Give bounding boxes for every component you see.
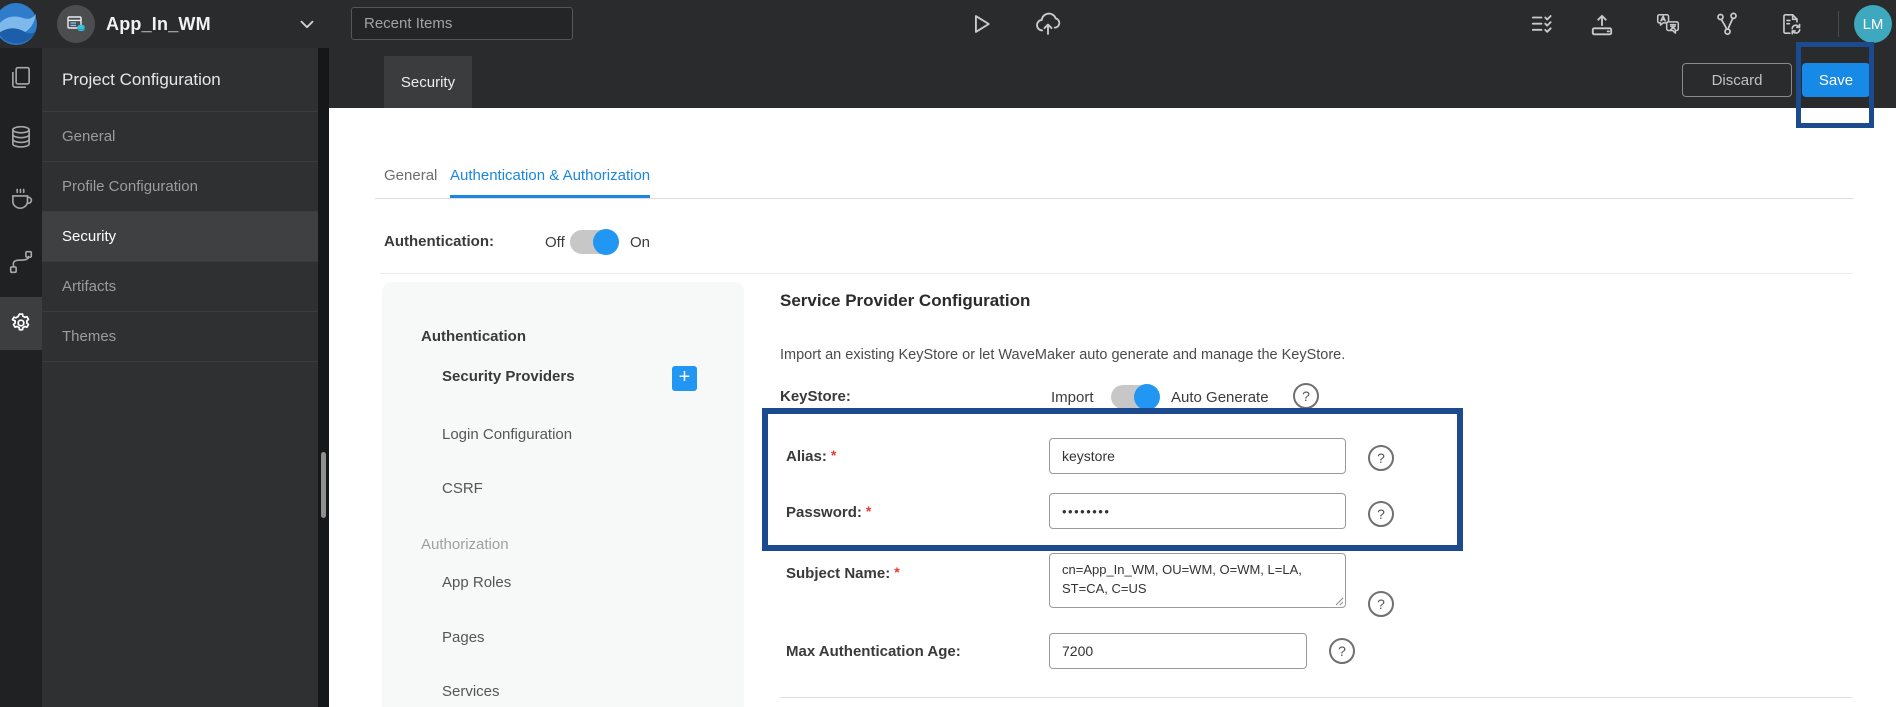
sidebar-item-themes[interactable]: Themes bbox=[42, 312, 318, 362]
sidebar-item-artifacts[interactable]: Artifacts bbox=[42, 262, 318, 312]
keystore-auto-generate-label: Auto Generate bbox=[1171, 389, 1269, 406]
keystore-toggle-knob bbox=[1134, 384, 1160, 410]
authentication-toggle-knob bbox=[593, 229, 619, 255]
password-help-icon[interactable]: ? bbox=[1368, 501, 1394, 527]
section-bottom-divider bbox=[780, 697, 1852, 698]
keystore-label: KeyStore: bbox=[780, 388, 851, 405]
security-subnav-panel: Authentication Security Providers + Logi… bbox=[382, 282, 744, 707]
user-avatar[interactable]: LM bbox=[1854, 5, 1892, 43]
subnav-item-app-roles[interactable]: App Roles bbox=[442, 574, 511, 591]
database-icon[interactable] bbox=[8, 124, 34, 150]
add-security-provider-button[interactable]: + bbox=[672, 366, 697, 391]
authentication-toggle[interactable] bbox=[570, 229, 619, 255]
pages-icon[interactable] bbox=[8, 65, 34, 91]
left-icon-rail bbox=[0, 48, 42, 707]
keystore-import-label: Import bbox=[1051, 389, 1094, 406]
app-selector-chevron-down-icon[interactable] bbox=[296, 13, 318, 35]
authentication-off-label: Off bbox=[545, 234, 565, 251]
settings-gear-icon[interactable] bbox=[8, 310, 34, 336]
password-label: Password: bbox=[786, 504, 862, 521]
topbar-divider bbox=[1838, 11, 1839, 37]
alias-input[interactable] bbox=[1049, 438, 1346, 474]
wavemaker-studio-window: App_In_WM Recent Items LM Project Config… bbox=[0, 0, 1896, 707]
sidebar-item-general[interactable]: General bbox=[42, 112, 318, 162]
project-app-icon[interactable] bbox=[57, 5, 95, 43]
password-label-row: Password: * bbox=[786, 503, 872, 522]
subject-name-field: cn=App_In_WM, OU=WM, O=WM, L=LA, ST=CA, … bbox=[1049, 553, 1346, 608]
tab-general[interactable]: General bbox=[384, 167, 437, 195]
app-name: App_In_WM bbox=[106, 14, 211, 34]
main-content: General Authentication & Authorization A… bbox=[329, 108, 1896, 707]
subject-name-label: Subject Name: bbox=[786, 565, 891, 582]
apis-flow-icon[interactable] bbox=[8, 249, 34, 275]
max-auth-age-label-row: Max Authentication Age: bbox=[786, 643, 961, 661]
subnav-item-security-providers[interactable]: Security Providers bbox=[442, 368, 575, 385]
sidebar-item-security[interactable]: Security bbox=[42, 212, 318, 262]
tabs-baseline bbox=[375, 198, 1853, 199]
project-config-sidebar: Project Configuration General Profile Co… bbox=[42, 48, 318, 707]
file-sync-icon[interactable] bbox=[1778, 11, 1804, 37]
subnav-item-services[interactable]: Services bbox=[442, 683, 500, 700]
alias-label-row: Alias: * bbox=[786, 447, 837, 466]
authentication-label: Authentication: bbox=[384, 233, 494, 250]
max-auth-age-help-icon[interactable]: ? bbox=[1329, 638, 1355, 664]
service-provider-title: Service Provider Configuration bbox=[780, 291, 1031, 310]
doc-tab-security[interactable]: Security bbox=[384, 56, 472, 108]
keystore-toggle[interactable] bbox=[1111, 384, 1160, 410]
alias-label: Alias: bbox=[786, 448, 827, 465]
max-auth-age-input[interactable] bbox=[1049, 633, 1307, 669]
document-header: Security Discard Save bbox=[329, 48, 1896, 108]
translate-language-icon[interactable] bbox=[1655, 11, 1681, 37]
java-services-coffee-icon[interactable] bbox=[8, 187, 34, 213]
sidebar-item-profile-configuration[interactable]: Profile Configuration bbox=[42, 162, 318, 212]
tab-authentication-authorization[interactable]: Authentication & Authorization bbox=[450, 167, 651, 198]
max-auth-age-label: Max Authentication Age: bbox=[786, 643, 961, 660]
alias-required-asterisk: * bbox=[830, 447, 837, 463]
run-play-icon[interactable] bbox=[966, 10, 994, 38]
save-button[interactable]: Save bbox=[1802, 63, 1870, 97]
export-drive-icon[interactable] bbox=[1589, 11, 1615, 37]
subject-name-required-asterisk: * bbox=[894, 564, 900, 580]
discard-button[interactable]: Discard bbox=[1682, 63, 1792, 97]
subnav-section-authorization: Authorization bbox=[421, 536, 509, 553]
deploy-cloud-upload-icon[interactable] bbox=[1034, 10, 1062, 38]
password-input[interactable] bbox=[1049, 493, 1346, 529]
checklist-icon[interactable] bbox=[1529, 11, 1555, 37]
scrollbar-thumb[interactable] bbox=[321, 452, 326, 518]
sidebar-title: Project Configuration bbox=[42, 48, 318, 112]
alias-help-icon[interactable]: ? bbox=[1368, 445, 1394, 471]
subject-name-textarea[interactable]: cn=App_In_WM, OU=WM, O=WM, L=LA, ST=CA, … bbox=[1049, 553, 1346, 608]
subnav-item-pages[interactable]: Pages bbox=[442, 629, 485, 646]
section-top-divider bbox=[380, 273, 1853, 274]
subnav-section-authentication: Authentication bbox=[421, 328, 526, 345]
recent-items-input[interactable] bbox=[351, 7, 573, 40]
service-provider-description: Import an existing KeyStore or let WaveM… bbox=[780, 347, 1346, 363]
subnav-item-csrf[interactable]: CSRF bbox=[442, 480, 483, 497]
authentication-on-label: On bbox=[630, 234, 651, 251]
subnav-item-login-configuration[interactable]: Login Configuration bbox=[442, 426, 572, 443]
vertical-scroll-strip bbox=[318, 48, 329, 707]
wavemaker-logo-icon[interactable] bbox=[0, 2, 38, 46]
subject-name-help-icon[interactable]: ? bbox=[1368, 591, 1394, 617]
branch-version-icon[interactable] bbox=[1714, 11, 1740, 37]
subject-name-label-row: Subject Name: * bbox=[786, 564, 900, 583]
password-required-asterisk: * bbox=[865, 503, 872, 519]
keystore-help-icon[interactable]: ? bbox=[1293, 383, 1319, 409]
top-bar: App_In_WM Recent Items LM bbox=[0, 0, 1896, 48]
